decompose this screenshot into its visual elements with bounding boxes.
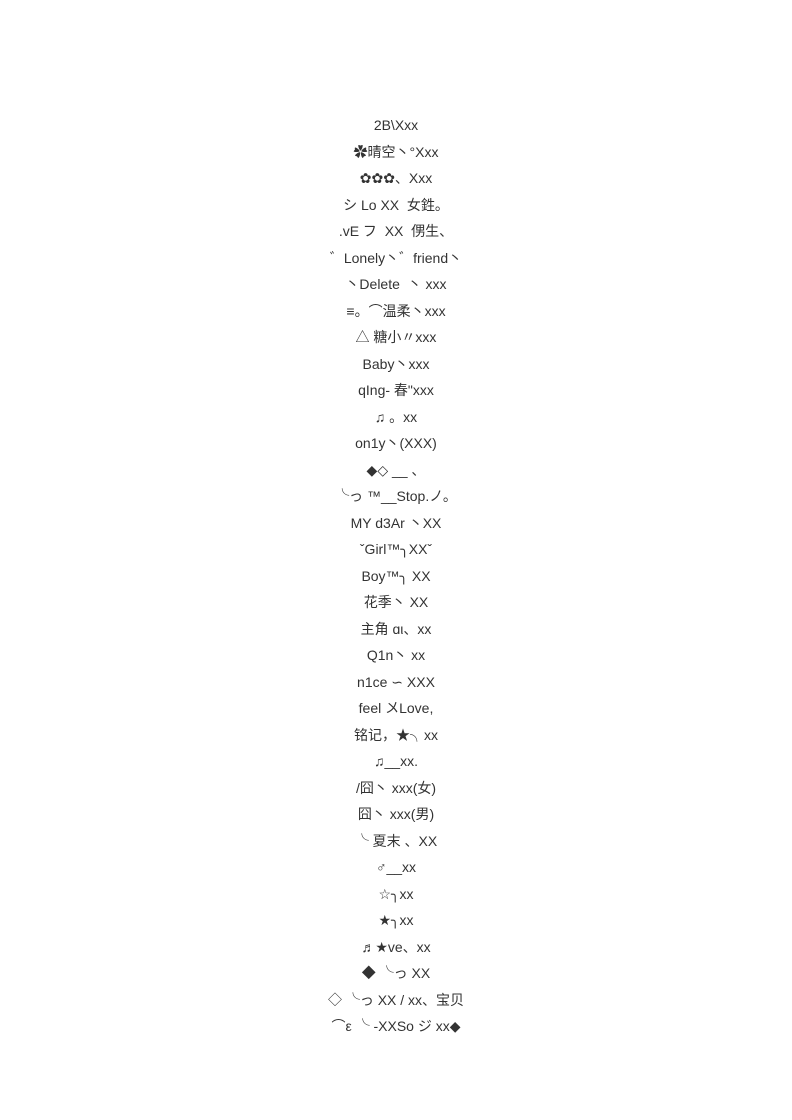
text-line: ╰っ ™__Stоp.ノ。 — [0, 483, 792, 510]
text-line: 囧丶 xxx(男) — [0, 801, 792, 828]
text-line: ♬★ve、xx — [0, 934, 792, 961]
text-line: /囧丶 xxx(女) — [0, 775, 792, 802]
text-line: ゛Lonely丶゛friend丶 — [0, 245, 792, 272]
text-line: ≡。⌒温柔丶xxx — [0, 298, 792, 325]
text-line: MY d3Ar 丶XX — [0, 510, 792, 537]
text-line: ♫ 。xx — [0, 404, 792, 431]
text-line: ⌒ε ╰ -XXSo ジ xx◆ — [0, 1013, 792, 1040]
text-line: 2B\Xxx — [0, 112, 792, 139]
text-line: ★╮xx — [0, 907, 792, 934]
text-line: qIng- 春"xxx — [0, 377, 792, 404]
text-line: n1ce ∽ XXX — [0, 669, 792, 696]
text-line: ◆ ╰っ XX — [0, 960, 792, 987]
text-line: ◆◇ __ 、 — [0, 457, 792, 484]
text-line: ╰ 夏末 、XX — [0, 828, 792, 855]
text-line: on1y丶(XXX) — [0, 430, 792, 457]
text-line: ✿晴空丶°Xxx — [0, 139, 792, 166]
text-line: Q1n丶 xx — [0, 642, 792, 669]
text-line: 铭记，★╮xx — [0, 722, 792, 749]
text-line: ✿✿✿、Xxx — [0, 165, 792, 192]
text-line: Boy™╮ XX — [0, 563, 792, 590]
text-line: △ 糖小〃xxx — [0, 324, 792, 351]
text-line: Baby丶xxx — [0, 351, 792, 378]
text-line: ☆╮xx — [0, 881, 792, 908]
text-line: feel 〤Love, — [0, 695, 792, 722]
text-line: ◇ ╰っ XX / xx、宝贝 — [0, 987, 792, 1014]
text-line: 花季丶 XX — [0, 589, 792, 616]
text-line: ˇGirl™╮XXˇ — [0, 536, 792, 563]
text-line: 主角 ɑι、xx — [0, 616, 792, 643]
text-line: ♂__xx — [0, 854, 792, 881]
text-line: ♫__xx. — [0, 748, 792, 775]
text-line: .vE フ XX 侽生、 — [0, 218, 792, 245]
text-content: 2B\Xxx ✿晴空丶°Xxx ✿✿✿、Xxx シ Lo XX 女鉎。 .vE … — [0, 112, 792, 1040]
text-line: 丶Delete 丶 xxx — [0, 271, 792, 298]
text-line: シ Lo XX 女鉎。 — [0, 192, 792, 219]
